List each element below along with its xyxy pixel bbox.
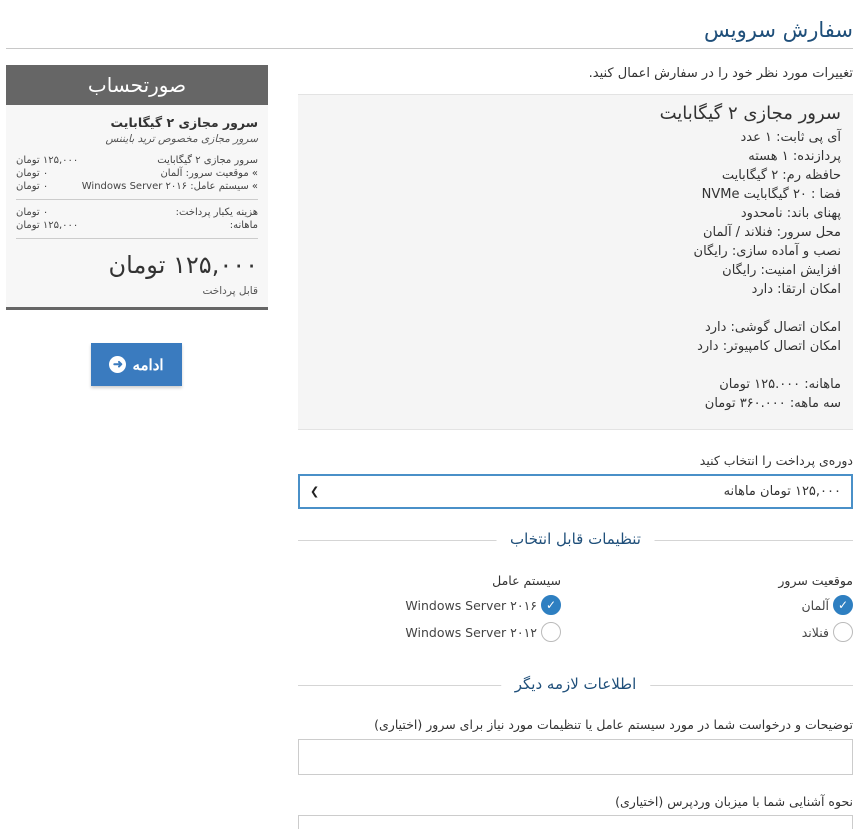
os-option-2016[interactable]: ✓ Windows Server ۲۰۱۶ [405, 595, 561, 615]
os-option-2012[interactable]: Windows Server ۲۰۱۲ [405, 622, 561, 642]
arrow-circle-right-icon: ➜ [109, 356, 127, 373]
product-details: سرور مجازی ۲ گیگابایت آی پی ثابت: ۱ عدد … [298, 94, 853, 430]
location-option-finland[interactable]: فنلاند [802, 622, 853, 642]
product-spec: پهنای باند: نامحدود [740, 206, 841, 221]
location-option-label: فنلاند [801, 624, 829, 640]
product-spec: پردازنده: ۱ هسته [748, 149, 841, 164]
check-icon[interactable]: ✓ [833, 595, 853, 615]
invoice-header: صورتحساب [6, 65, 268, 105]
invoice-line-value: ۰ تومان [16, 168, 49, 179]
invoice-fee-label: ماهانه: [229, 220, 258, 231]
server-notes-label: توضیحات و درخواست شما در مورد سیستم عامل… [374, 717, 853, 732]
location-label: موقعیت سرور [778, 573, 853, 588]
invoice-line-value: ۱۲۵,۰۰۰ تومان [16, 155, 79, 166]
location-option-label: آلمان [801, 597, 830, 613]
invoice-line: ۰ تومان » موقعیت سرور: آلمان [16, 167, 258, 180]
referral-label: نحوه آشنایی شما با میزبان وردپرس (اختیار… [615, 794, 853, 809]
product-spec: آی پی ثابت: ۱ عدد [740, 130, 841, 145]
invoice-line: ۰ تومان » سیستم عامل: Windows Server ۲۰۱… [16, 180, 258, 193]
product-spec: امکان ارتقا: دارد [751, 282, 841, 297]
invoice-line-label: » موقعیت سرور: آلمان [160, 168, 258, 179]
referral-input[interactable] [298, 815, 853, 829]
invoice-fee-value: ۱۲۵,۰۰۰ تومان [16, 220, 79, 231]
radio-icon[interactable] [833, 622, 853, 642]
invoice-fee-line: ۰ تومان هزینه یکبار پرداخت: [16, 206, 258, 219]
product-name: سرور مجازی ۲ گیگابایت [659, 103, 841, 124]
invoice-line-value: ۰ تومان [16, 181, 49, 192]
server-notes-input[interactable] [298, 739, 853, 775]
invoice-fee-value: ۰ تومان [16, 207, 49, 218]
product-spec: حافظه رم: ۲ گیگابایت [721, 168, 841, 183]
extra-section-header: اطلاعات لازمه دیگر [298, 675, 853, 695]
config-section-title: تنظیمات قابل انتخاب [496, 530, 655, 548]
invoice-product-subtitle: سرور مجازی مخصوص ترید بایننس [105, 133, 258, 145]
billing-cycle-label: دوره‌ی پرداخت را انتخاب کنید [699, 453, 853, 468]
invoice-summary: صورتحساب سرور مجازی ۲ گیگابایت سرور مجاز… [6, 65, 268, 310]
intro-text: تغییرات مورد نظر خود را در سفارش اعمال ک… [588, 66, 853, 81]
os-label: سیستم عامل [492, 573, 561, 588]
invoice-body: سرور مجازی ۲ گیگابایت سرور مجازی مخصوص ت… [6, 105, 268, 307]
product-spec: محل سرور: فنلاند / آلمان [702, 225, 841, 240]
continue-button[interactable]: ادامه ➜ [91, 343, 182, 386]
product-access: امکان اتصال کامپیوتر: دارد [697, 339, 841, 354]
invoice-fee-line: ۱۲۵,۰۰۰ تومان ماهانه: [16, 219, 258, 232]
os-option-label: Windows Server ۲۰۱۲ [405, 624, 537, 640]
billing-cycle-value: ۱۲۵,۰۰۰ تومان ماهانه [723, 484, 841, 499]
product-spec: نصب و آماده سازی: رایگان [693, 244, 841, 259]
title-divider [6, 48, 853, 49]
check-icon[interactable]: ✓ [541, 595, 561, 615]
invoice-line: ۱۲۵,۰۰۰ تومان سرور مجازی ۲ گیگابایت [16, 154, 258, 167]
invoice-line-label: سرور مجازی ۲ گیگابایت [157, 155, 258, 166]
page-title: سفارش سرویس [703, 18, 853, 42]
billing-cycle-select[interactable]: ۱۲۵,۰۰۰ تومان ماهانه ❯ [298, 474, 853, 509]
continue-button-label: ادامه [132, 356, 164, 374]
invoice-divider [16, 199, 258, 200]
product-spec: افزایش امنیت: رایگان [722, 263, 841, 278]
product-price: ماهانه: ۱۲۵.۰۰۰ تومان [719, 377, 841, 392]
chevron-down-icon: ❯ [310, 485, 320, 498]
location-option-germany[interactable]: ✓ آلمان [801, 595, 853, 615]
invoice-fee-label: هزینه یکبار پرداخت: [175, 207, 258, 218]
config-section-header: تنظیمات قابل انتخاب [298, 530, 853, 550]
radio-icon[interactable] [541, 622, 561, 642]
invoice-total-label: قابل پرداخت [202, 285, 258, 297]
invoice-total: ۱۲۵,۰۰۰ تومان [108, 251, 258, 279]
extra-section-title: اطلاعات لازمه دیگر [500, 675, 651, 693]
invoice-divider [16, 238, 258, 239]
product-access: امکان اتصال گوشی: دارد [704, 320, 841, 335]
invoice-product-title: سرور مجازی ۲ گیگابایت [110, 115, 258, 130]
os-option-label: Windows Server ۲۰۱۶ [405, 597, 537, 613]
product-spec: فضا : ۲۰ گیگابایت NVMe [701, 187, 841, 202]
invoice-line-label: » سیستم عامل: Windows Server ۲۰۱۶ [81, 181, 258, 192]
product-price: سه ماهه: ۳۶۰.۰۰۰ تومان [704, 396, 841, 411]
